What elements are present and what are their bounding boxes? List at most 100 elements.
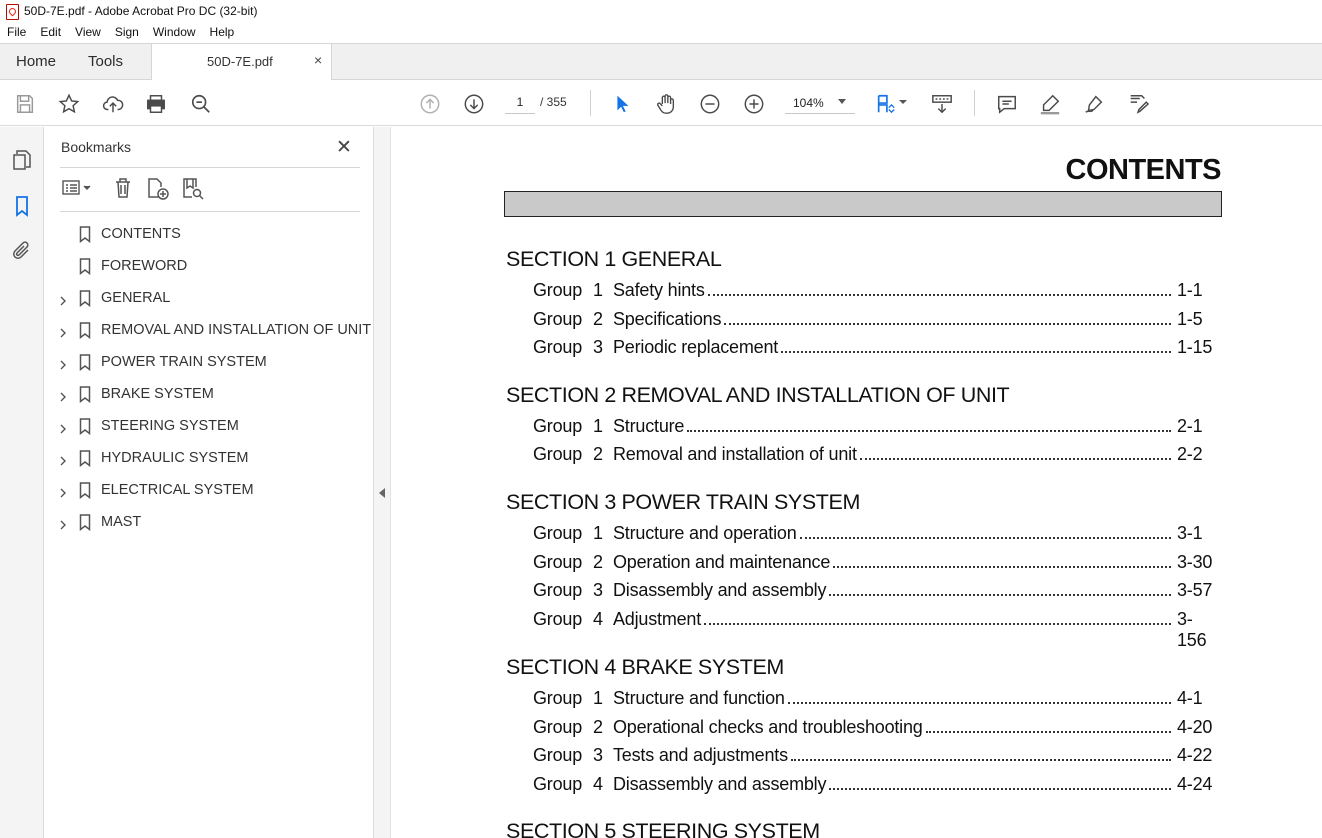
zoom-select[interactable]: 104%	[785, 90, 855, 114]
toc-row[interactable]: Group 4 Disassembly and assembly 4-24	[533, 773, 1213, 798]
page-ref: 4-1	[1173, 688, 1203, 709]
chevron-right-icon[interactable]	[58, 325, 68, 338]
leader-dots	[833, 565, 1171, 568]
toc-row[interactable]: Group 2 Specifications 1-5	[533, 308, 1213, 333]
group-number: 4	[593, 609, 603, 630]
menu-help[interactable]: Help	[203, 25, 242, 39]
close-icon[interactable]: ✕	[336, 136, 352, 159]
leader-dots	[781, 351, 1171, 353]
toc-row[interactable]: Group 2 Operation and maintenance 3-30	[533, 551, 1213, 576]
tab-close-icon[interactable]: ×	[314, 52, 322, 68]
section-heading: SECTION 4 BRAKE SYSTEM	[506, 655, 784, 679]
bookmarks-panel: Bookmarks ✕ CONTENTS FOREWORD GENERAL REMOV…	[44, 127, 374, 838]
page-up-icon[interactable]	[418, 92, 442, 116]
delete-icon[interactable]	[113, 177, 133, 201]
print-icon[interactable]	[144, 92, 168, 116]
chevron-right-icon[interactable]	[58, 453, 68, 466]
comment-icon[interactable]	[995, 92, 1019, 116]
toc-row[interactable]: Group 2 Operational checks and troubleshoo…	[533, 716, 1213, 741]
tab-document[interactable]: 50D-7E.pdf ×	[151, 43, 332, 80]
tab-tools[interactable]: Tools	[88, 53, 123, 70]
upload-icon[interactable]	[101, 92, 125, 116]
find-bookmark-icon[interactable]	[181, 177, 205, 201]
chevron-right-icon[interactable]	[58, 517, 68, 530]
leader-dots	[787, 702, 1171, 704]
chevron-right-icon[interactable]	[58, 293, 68, 306]
toc-row[interactable]: Group 3 Periodic replacement 1-15	[533, 337, 1213, 361]
toc-row[interactable]: Group 2 Removal and installation of unit 2-…	[533, 444, 1213, 468]
group-label: Group	[533, 280, 583, 300]
bookmark-icon	[79, 417, 91, 435]
scroll-mode-icon[interactable]	[930, 92, 954, 116]
bookmark-panel-icon[interactable]	[11, 195, 33, 217]
sign-icon[interactable]	[1082, 92, 1106, 116]
left-rail	[0, 127, 44, 838]
group-title: Operational checks and troubleshooting	[613, 716, 926, 738]
bookmark-item[interactable]: STEERING SYSTEM	[44, 410, 374, 442]
bookmark-item[interactable]: CONTENTS	[44, 218, 374, 250]
document-view[interactable]: CONTENTS SECTION 1 GENERAL Group 1 Safety h…	[392, 127, 1322, 838]
bookmark-item[interactable]: FOREWORD	[44, 250, 374, 282]
bookmark-icon	[79, 257, 91, 275]
page-number-input[interactable]	[505, 90, 535, 114]
edit-icon[interactable]	[1126, 92, 1150, 116]
chevron-right-icon[interactable]	[58, 421, 68, 434]
toc-row[interactable]: Group 3 Disassembly and assembly 3-57	[533, 580, 1213, 604]
bookmark-item[interactable]: MAST	[44, 506, 374, 538]
bookmark-label: GENERAL	[101, 290, 171, 306]
attachment-icon[interactable]	[11, 240, 33, 262]
menu-edit[interactable]: Edit	[33, 25, 68, 39]
bookmark-item[interactable]: GENERAL	[44, 282, 374, 314]
group-number: 3	[593, 337, 603, 357]
toc-row[interactable]: Group 1 Safety hints 1-1	[533, 280, 1213, 304]
hand-icon[interactable]	[654, 92, 678, 116]
highlight-icon[interactable]	[1038, 92, 1062, 116]
collapse-arrow-icon[interactable]	[379, 488, 385, 498]
menu-sign[interactable]: Sign	[108, 25, 146, 39]
star-icon[interactable]	[57, 92, 81, 116]
group-label: Group	[533, 444, 583, 464]
menu-view[interactable]: View	[68, 25, 108, 39]
bookmark-item[interactable]: BRAKE SYSTEM	[44, 378, 374, 410]
toc-row[interactable]: Group 4 Adjustment 3-156	[533, 609, 1213, 652]
chevron-right-icon[interactable]	[58, 389, 68, 402]
group-title: Adjustment	[613, 609, 705, 631]
bookmark-item[interactable]: HYDRAULIC SYSTEM	[44, 442, 374, 474]
bookmark-options-icon[interactable]	[62, 177, 94, 201]
leader-dots	[859, 458, 1171, 460]
fit-page-icon[interactable]	[874, 92, 898, 116]
chevron-right-icon[interactable]	[58, 485, 68, 498]
page-thumbnails-icon[interactable]	[11, 149, 33, 171]
page-down-icon[interactable]	[462, 92, 486, 116]
panel-splitter[interactable]	[374, 127, 391, 838]
bookmark-item[interactable]: REMOVAL AND INSTALLATION OF UNIT	[44, 314, 374, 346]
group-label: Group	[533, 337, 583, 357]
leader-dots	[925, 730, 1171, 733]
chevron-right-icon[interactable]	[58, 357, 68, 370]
toolbar-divider	[590, 90, 591, 116]
tab-home[interactable]: Home	[16, 53, 56, 70]
group-label: Group	[533, 308, 583, 329]
zoom-out-icon[interactable]	[698, 92, 722, 116]
menu-window[interactable]: Window	[146, 25, 203, 39]
search-zoom-icon[interactable]	[189, 92, 213, 116]
bookmark-item[interactable]: ELECTRICAL SYSTEM	[44, 474, 374, 506]
page-ref: 4-24	[1173, 773, 1212, 795]
toc-row[interactable]: Group 1 Structure and function 4-1	[533, 688, 1213, 712]
leader-dots	[707, 294, 1171, 296]
bookmark-item[interactable]: POWER TRAIN SYSTEM	[44, 346, 374, 378]
group-label: Group	[533, 688, 583, 708]
menu-file[interactable]: File	[0, 25, 33, 39]
bookmark-icon	[79, 513, 91, 531]
toc-row[interactable]: Group 1 Structure and operation 3-1	[533, 523, 1213, 547]
select-cursor-icon[interactable]	[610, 92, 634, 116]
bookmark-label: BRAKE SYSTEM	[101, 386, 214, 402]
toc-row[interactable]: Group 1 Structure 2-1	[533, 416, 1213, 440]
new-bookmark-icon[interactable]	[146, 177, 170, 201]
fit-page-dropdown-icon[interactable]	[899, 100, 907, 104]
zoom-in-icon[interactable]	[742, 92, 766, 116]
group-number: 2	[593, 308, 603, 329]
toc-row[interactable]: Group 3 Tests and adjustments 4-22	[533, 745, 1213, 769]
save-icon[interactable]	[13, 92, 37, 116]
menu-bar: File Edit View Sign Window Help	[0, 22, 1322, 42]
